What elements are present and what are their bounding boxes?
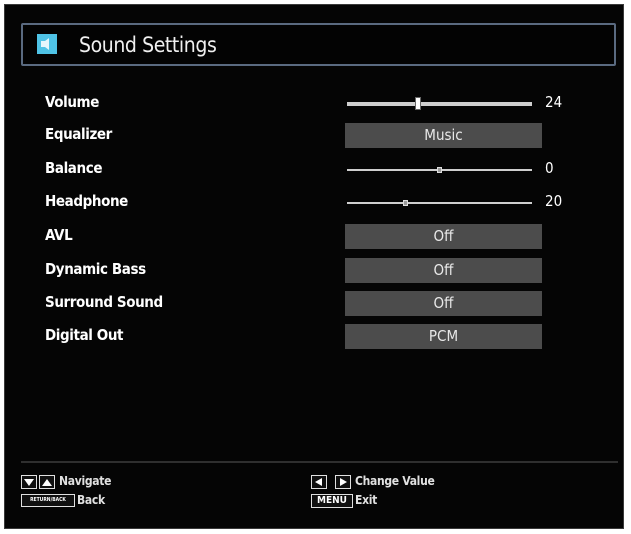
dynamic-bass-value[interactable]: Off [345, 258, 542, 283]
title-bar: Sound Settings [21, 23, 616, 66]
setting-label: AVL [45, 226, 73, 244]
balance-slider[interactable] [347, 167, 532, 173]
left-arrow-key-icon [311, 475, 327, 489]
setting-row-balance[interactable]: Balance 0 [45, 155, 585, 183]
setting-row-dynamic-bass[interactable]: Dynamic Bass Off [45, 256, 585, 284]
page-title: Sound Settings [79, 33, 217, 57]
surround-sound-value[interactable]: Off [345, 291, 542, 316]
setting-row-avl[interactable]: AVL Off [45, 222, 585, 250]
setting-label: Dynamic Bass [45, 260, 146, 278]
sound-settings-icon [37, 34, 57, 54]
setting-row-equalizer[interactable]: Equalizer Music [45, 121, 585, 149]
menu-key-icon: MENU [311, 494, 353, 508]
change-value-hint: Change Value [355, 474, 435, 488]
down-arrow-key-icon [21, 475, 37, 489]
up-arrow-key-icon [39, 475, 55, 489]
setting-label: Equalizer [45, 125, 112, 143]
headphone-value: 20 [545, 192, 563, 210]
volume-value: 24 [545, 93, 563, 111]
back-key-icon: RETURN/BACK [21, 494, 75, 507]
back-hint: Back [77, 493, 105, 507]
equalizer-value[interactable]: Music [345, 123, 542, 148]
footer-divider [21, 461, 618, 463]
setting-row-headphone[interactable]: Headphone 20 [45, 188, 585, 216]
balance-slider-thumb[interactable] [437, 167, 442, 173]
setting-label: Balance [45, 159, 103, 177]
setting-row-volume[interactable]: Volume 24 [45, 89, 585, 117]
navigate-hint: Navigate [59, 474, 112, 488]
setting-label: Volume [45, 93, 99, 111]
headphone-slider-thumb[interactable] [403, 200, 408, 206]
exit-hint: Exit [355, 493, 377, 507]
setting-label: Digital Out [45, 326, 124, 344]
setting-row-surround-sound[interactable]: Surround Sound Off [45, 289, 585, 317]
headphone-slider[interactable] [347, 200, 532, 206]
setting-label: Headphone [45, 192, 128, 210]
avl-value[interactable]: Off [345, 224, 542, 249]
digital-out-value[interactable]: PCM [345, 324, 542, 349]
volume-slider-thumb[interactable] [415, 97, 421, 110]
sound-settings-menu: Sound Settings Volume 24 Equalizer Music… [4, 4, 624, 529]
volume-slider[interactable] [347, 97, 532, 110]
right-arrow-key-icon [335, 475, 351, 489]
setting-row-digital-out[interactable]: Digital Out PCM [45, 322, 585, 350]
setting-label: Surround Sound [45, 293, 163, 311]
balance-value: 0 [545, 159, 554, 177]
